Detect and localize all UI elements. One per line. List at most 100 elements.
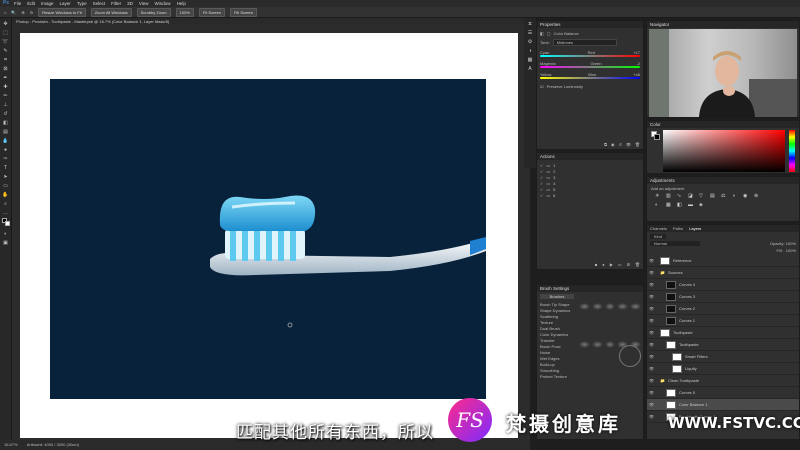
color-field[interactable] (663, 130, 785, 172)
layer-visibility-icon[interactable]: 👁 (649, 306, 654, 311)
posterize-icon[interactable]: ▦ (666, 202, 674, 208)
yellow-blue-slider[interactable]: Yellow Blue +48 (540, 72, 640, 79)
character-icon[interactable]: A (526, 65, 534, 72)
menu-select[interactable]: Select (93, 1, 106, 6)
visibility-icon[interactable]: 👁 (626, 142, 631, 147)
layer-visibility-icon[interactable]: 👁 (649, 318, 654, 323)
play-icon[interactable]: ▶ (610, 262, 613, 267)
fill-input[interactable]: 100% (786, 248, 796, 253)
layer-row[interactable]: 👁 Toothpaste (647, 339, 799, 351)
invert-icon[interactable]: ◐ (655, 202, 663, 208)
action-item[interactable]: ✓ ▭ 6 (540, 192, 640, 198)
fit-screen-button[interactable]: Fit Screen (198, 7, 226, 17)
layer-visibility-icon[interactable]: 👁 (649, 402, 654, 407)
clip-icon[interactable]: ⧉ (604, 142, 607, 147)
clone-stamp-icon[interactable]: ⊥ (2, 101, 10, 108)
menu-view[interactable]: View (139, 1, 149, 6)
hue-sat-icon[interactable]: ▤ (710, 193, 718, 199)
zoom-out-icon[interactable]: ⊖ (30, 10, 33, 15)
check-icon[interactable]: ✓ (540, 187, 543, 192)
layer-row[interactable]: 👁 Toothpaste (647, 327, 799, 339)
layer-row[interactable]: 👁 Curves 1 (647, 315, 799, 327)
delete-icon[interactable]: 🗑 (635, 142, 640, 147)
zoom-level[interactable]: 16.67% (4, 442, 18, 447)
menu-layer[interactable]: Layer (60, 1, 71, 6)
dodge-tool-icon[interactable]: ● (2, 146, 10, 153)
check-icon[interactable]: ✓ (540, 175, 543, 180)
tab-channels[interactable]: Channels (650, 226, 667, 231)
history-brush-icon[interactable]: ↺ (2, 110, 10, 117)
brush-tip[interactable] (579, 341, 590, 348)
check-icon[interactable]: ✓ (540, 169, 543, 174)
layer-row[interactable]: 👁 Reference (647, 255, 799, 267)
menu-file[interactable]: File (14, 1, 21, 6)
threshold-icon[interactable]: ◧ (677, 202, 685, 208)
slider-value-cyan[interactable]: +17 (633, 50, 640, 55)
home-icon[interactable]: ⌂ (4, 10, 6, 15)
brushes-button[interactable]: Brushes (540, 294, 574, 299)
healing-brush-icon[interactable]: ✚ (2, 83, 10, 90)
resize-windows-checkbox[interactable]: Resize Windows to Fit (38, 7, 86, 17)
layer-visibility-icon[interactable]: 👁 (649, 342, 654, 347)
layer-row[interactable]: 👁 Curves 4 (647, 279, 799, 291)
new-set-icon[interactable]: ▭ (618, 262, 622, 267)
libraries-icon[interactable]: ☰ (526, 29, 534, 36)
record-icon[interactable]: ● (602, 262, 604, 267)
layer-visibility-icon[interactable]: 👁 (649, 270, 654, 275)
layer-row[interactable]: 👁 Curves 2 (647, 303, 799, 315)
layer-visibility-icon[interactable]: 👁 (649, 258, 654, 263)
zoom-all-windows-checkbox[interactable]: Zoom All Windows (90, 7, 132, 17)
layer-visibility-icon[interactable]: 👁 (649, 378, 654, 383)
menu-image[interactable]: Image (41, 1, 54, 6)
opacity-input[interactable]: 100% (786, 241, 796, 246)
zoom-tool-icon-side[interactable]: ⌕ (2, 200, 10, 207)
adjust-icon[interactable]: ◑ (526, 47, 534, 54)
marquee-tool-icon[interactable]: ⬚ (2, 29, 10, 36)
hue-slider[interactable] (789, 130, 795, 172)
menu-help[interactable]: Help (177, 1, 186, 6)
shape-tool-icon[interactable]: ▭ (2, 182, 10, 189)
tab-paths[interactable]: Paths (673, 226, 683, 231)
brush-tip[interactable] (630, 303, 641, 310)
layer-row[interactable]: 👁 📁 Sources (647, 267, 799, 279)
brush-tip[interactable] (591, 303, 603, 310)
canvas-area[interactable] (12, 25, 530, 440)
eraser-tool-icon[interactable]: ◧ (2, 119, 10, 126)
history-icon[interactable]: ⧖ (526, 20, 534, 27)
scrubby-zoom-checkbox[interactable]: Scrubby Zoom (136, 7, 171, 17)
eyedropper-tool-icon[interactable]: ✒ (2, 74, 10, 81)
check-icon[interactable]: ✓ (540, 181, 543, 186)
levels-icon[interactable]: ▥ (666, 193, 674, 199)
menu-3d[interactable]: 3D (127, 1, 133, 6)
reset-icon[interactable]: ↺ (618, 142, 621, 147)
move-tool-icon[interactable]: ✥ (2, 20, 10, 27)
layer-row[interactable]: 👁 Liquify (647, 363, 799, 375)
vibrance-icon[interactable]: ▽ (699, 193, 707, 199)
color-swatches-icon[interactable] (1, 218, 10, 228)
brush-tip[interactable] (604, 341, 616, 348)
stop-icon[interactable]: ■ (595, 262, 597, 267)
angle-wheel[interactable] (619, 345, 641, 367)
zoom-100-button[interactable]: 100% (175, 7, 194, 17)
layer-visibility-icon[interactable]: 👁 (649, 330, 654, 335)
check-icon[interactable]: ✓ (540, 193, 543, 198)
zoom-tool-icon[interactable]: 🔍 (11, 10, 16, 15)
slider-value-yellow[interactable]: +48 (633, 72, 640, 77)
fill-screen-button[interactable]: Fill Screen (230, 7, 257, 17)
quick-mask-icon[interactable]: ◐ (2, 230, 10, 237)
brush-tip[interactable] (604, 303, 616, 310)
document-canvas[interactable] (20, 33, 518, 438)
channel-mixer-icon[interactable]: ⊛ (754, 193, 762, 199)
pen-tool-icon[interactable]: ✑ (2, 155, 10, 162)
gradient-map-icon[interactable]: ▬ (688, 202, 696, 208)
menu-window[interactable]: Window (155, 1, 171, 6)
new-action-icon[interactable]: ⊞ (627, 262, 630, 267)
layer-visibility-icon[interactable]: 👁 (649, 414, 654, 419)
layer-visibility-icon[interactable]: 👁 (649, 294, 654, 299)
brush-tool-icon[interactable]: ✏ (2, 92, 10, 99)
layer-visibility-icon[interactable]: 👁 (649, 390, 654, 395)
layer-row[interactable]: 👁 Curves 3 (647, 291, 799, 303)
frame-tool-icon[interactable]: ⊠ (2, 65, 10, 72)
zoom-in-icon[interactable]: ⊕ (21, 10, 24, 15)
path-select-icon[interactable]: ➤ (2, 173, 10, 180)
